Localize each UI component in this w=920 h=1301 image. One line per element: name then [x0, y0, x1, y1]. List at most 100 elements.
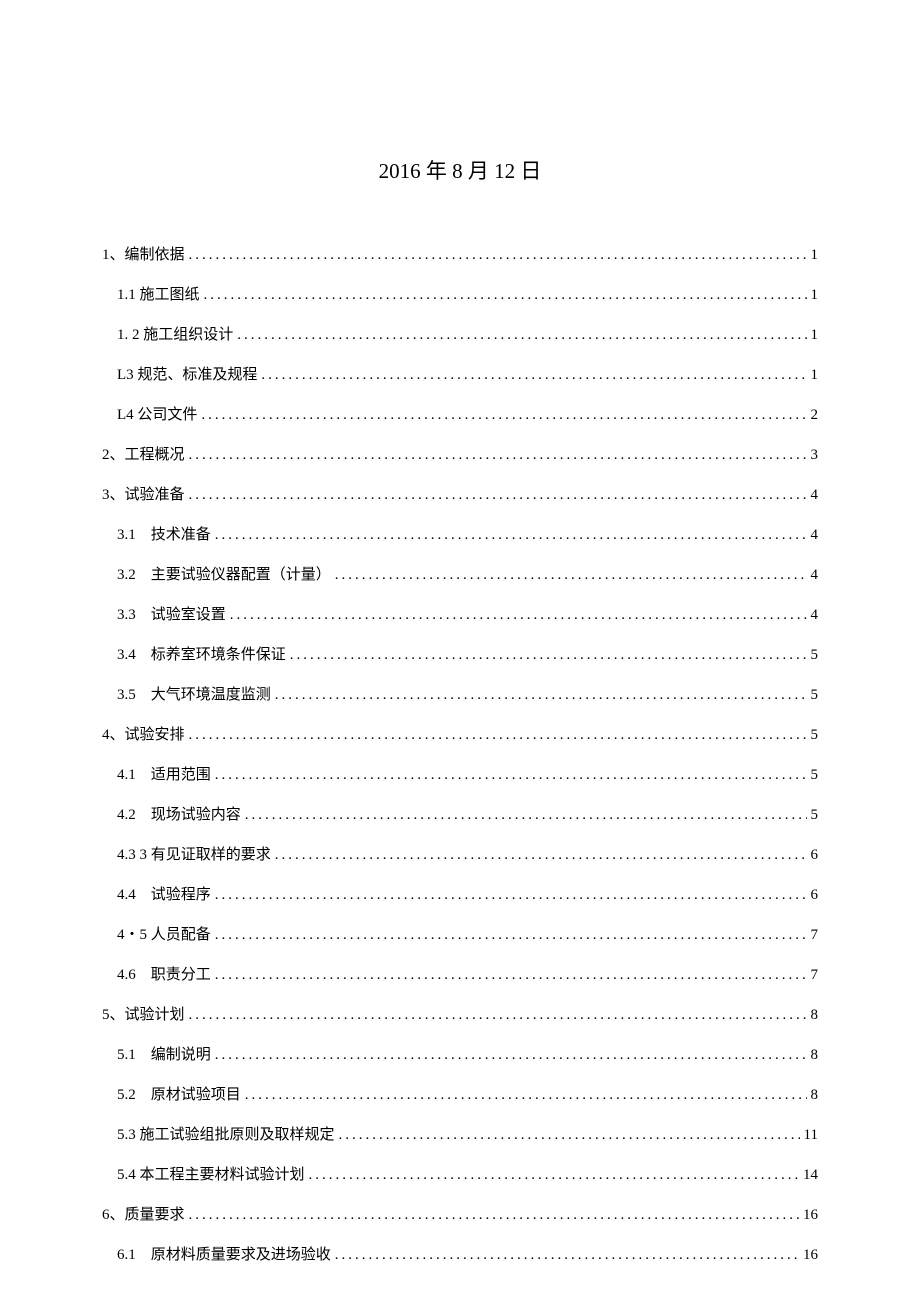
toc-entry: 4.1 适用范围 5	[117, 763, 818, 784]
toc-leader-dots	[335, 1247, 799, 1264]
toc-label: 3.2 主要试验仪器配置（计量）	[117, 563, 331, 584]
toc-leader-dots	[290, 647, 807, 664]
toc-page-number: 5	[811, 687, 819, 704]
toc-entry: 6.1 原材料质量要求及进场验收 16	[117, 1243, 818, 1264]
toc-leader-dots	[189, 447, 807, 464]
toc-leader-dots	[189, 727, 807, 744]
toc-label: 3.5 大气环境温度监测	[117, 683, 271, 704]
toc-entry: 5.2 原材试验项目 8	[117, 1083, 818, 1104]
toc-leader-dots	[215, 767, 807, 784]
toc-label: L3 规范、标准及规程	[117, 363, 257, 384]
toc-leader-dots	[189, 247, 807, 264]
toc-page-number: 4	[811, 567, 819, 584]
toc-label: 3、试验准备	[102, 483, 185, 504]
toc-label: 3.1 技术准备	[117, 523, 211, 544]
toc-page-number: 1	[811, 327, 819, 344]
toc-page-number: 1	[811, 287, 819, 304]
toc-entry: 3.3 试验室设置 4	[117, 603, 818, 624]
toc-entry: 5.1 编制说明 8	[117, 1043, 818, 1064]
toc-leader-dots	[215, 527, 807, 544]
toc-page-number: 11	[804, 1127, 818, 1144]
toc-page-number: 4	[811, 527, 819, 544]
toc-page-number: 16	[803, 1247, 818, 1264]
toc-page-number: 8	[811, 1087, 819, 1104]
toc-label: 4.4 试验程序	[117, 883, 211, 904]
toc-leader-dots	[335, 567, 807, 584]
toc-page-number: 4	[811, 487, 819, 504]
toc-leader-dots	[215, 1047, 807, 1064]
toc-leader-dots	[189, 1207, 799, 1224]
toc-leader-dots	[201, 407, 806, 424]
toc-page-number: 1	[811, 247, 819, 264]
toc-label: 3.4 标养室环境条件保证	[117, 643, 286, 664]
toc-page-number: 2	[811, 407, 819, 424]
toc-label: 6、质量要求	[102, 1203, 185, 1224]
toc-label: 3.3 试验室设置	[117, 603, 226, 624]
toc-leader-dots	[275, 687, 807, 704]
toc-page-number: 5	[811, 767, 819, 784]
toc-entry: 4・5 人员配备 7	[117, 923, 818, 944]
toc-entry: 1、编制依据 1	[102, 243, 818, 264]
toc-page-number: 8	[811, 1047, 819, 1064]
toc-label: 6.1 原材料质量要求及进场验收	[117, 1243, 331, 1264]
toc-entry: 5.3 施工试验组批原则及取样规定 11	[117, 1123, 818, 1144]
toc-leader-dots	[189, 1007, 807, 1024]
toc-label: 4.6 职责分工	[117, 963, 211, 984]
toc-label: 5、试验计划	[102, 1003, 185, 1024]
toc-leader-dots	[215, 967, 807, 984]
toc-label: 5.4 本工程主要材料试验计划	[117, 1163, 305, 1184]
toc-page-number: 1	[811, 367, 819, 384]
toc-label: 2、工程概况	[102, 443, 185, 464]
toc-label: 4.2 现场试验内容	[117, 803, 241, 824]
toc-page-number: 7	[811, 967, 819, 984]
toc-entry: 1. 2 施工组织设计 1	[117, 323, 818, 344]
toc-entry: 4、试验安排 5	[102, 723, 818, 744]
toc-leader-dots	[215, 887, 807, 904]
toc-page-number: 6	[811, 887, 819, 904]
toc-label: 4.1 适用范围	[117, 763, 211, 784]
toc-leader-dots	[245, 1087, 807, 1104]
toc-label: 4、试验安排	[102, 723, 185, 744]
toc-label: 5.1 编制说明	[117, 1043, 211, 1064]
toc-entry: 2、工程概况 3	[102, 443, 818, 464]
toc-entry: 3.2 主要试验仪器配置（计量） 4	[117, 563, 818, 584]
toc-entry: 5.4 本工程主要材料试验计划14	[117, 1163, 818, 1184]
toc-label: 4.3 3 有见证取样的要求	[117, 843, 271, 864]
toc-page-number: 16	[803, 1207, 818, 1224]
toc-page-number: 5	[811, 727, 819, 744]
toc-leader-dots	[275, 847, 807, 864]
toc-leader-dots	[339, 1127, 800, 1144]
toc-entry: 3.1 技术准备 4	[117, 523, 818, 544]
toc-entry: 5、试验计划8	[102, 1003, 818, 1024]
toc-label: 1、编制依据	[102, 243, 185, 264]
toc-entry: 4.3 3 有见证取样的要求 6	[117, 843, 818, 864]
toc-leader-dots	[230, 607, 807, 624]
toc-label: 1.1 施工图纸	[117, 283, 200, 304]
toc-page-number: 5	[811, 807, 819, 824]
toc-label: 1. 2 施工组织设计	[117, 323, 233, 344]
document-date-title: 2016 年 8 月 12 日	[102, 155, 818, 185]
toc-leader-dots	[309, 1167, 799, 1184]
toc-leader-dots	[215, 927, 807, 944]
toc-label: 5.3 施工试验组批原则及取样规定	[117, 1123, 335, 1144]
toc-page-number: 3	[811, 447, 819, 464]
toc-entry: 4.2 现场试验内容 5	[117, 803, 818, 824]
toc-entry: 4.6 职责分工 7	[117, 963, 818, 984]
toc-entry: 3.4 标养室环境条件保证 5	[117, 643, 818, 664]
toc-page-number: 4	[811, 607, 819, 624]
toc-entry: 3.5 大气环境温度监测 5	[117, 683, 818, 704]
toc-label: L4 公司文件	[117, 403, 197, 424]
toc-page-number: 5	[811, 647, 819, 664]
toc-entry: 1.1 施工图纸 1	[117, 283, 818, 304]
toc-label: 4・5 人员配备	[117, 923, 211, 944]
toc-entry: 3、试验准备 4	[102, 483, 818, 504]
toc-page-number: 6	[811, 847, 819, 864]
toc-entry: 6、质量要求 16	[102, 1203, 818, 1224]
toc-label: 5.2 原材试验项目	[117, 1083, 241, 1104]
toc-leader-dots	[204, 287, 807, 304]
toc-leader-dots	[261, 367, 806, 384]
toc-page-number: 7	[811, 927, 819, 944]
toc-entry: 4.4 试验程序 6	[117, 883, 818, 904]
toc-leader-dots	[237, 327, 806, 344]
toc-leader-dots	[189, 487, 807, 504]
